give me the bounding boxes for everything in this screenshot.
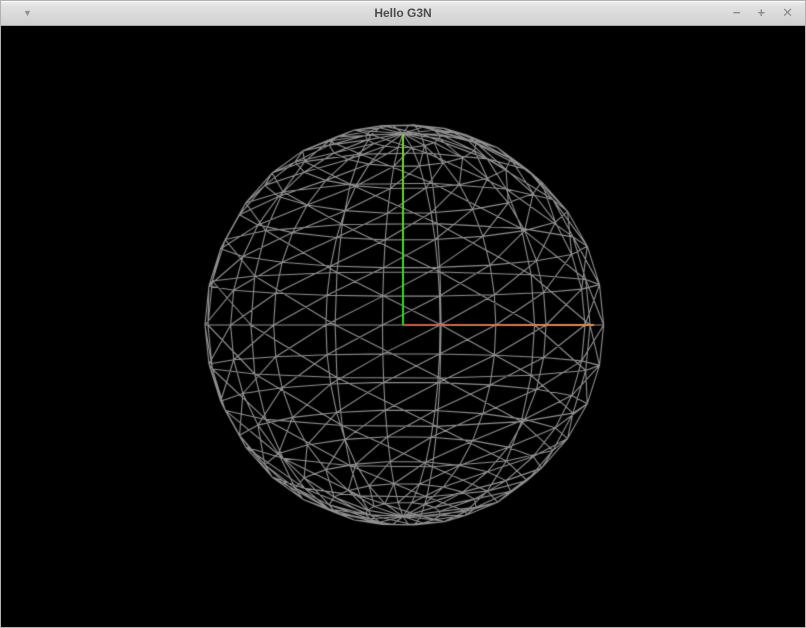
maximize-button[interactable]: + (758, 1, 766, 25)
window-controls: − + ✕ (733, 1, 793, 25)
window-menu-button[interactable]: ▼ (23, 1, 32, 25)
chevron-down-icon: ▼ (23, 8, 32, 18)
titlebar[interactable]: ▼ Hello G3N − + ✕ (1, 1, 805, 26)
window-title: Hello G3N (1, 1, 805, 25)
close-button[interactable]: ✕ (782, 1, 793, 25)
gl-viewport[interactable] (1, 26, 805, 628)
app-window: ▼ Hello G3N − + ✕ (0, 0, 806, 628)
minimize-button[interactable]: − (733, 1, 741, 25)
